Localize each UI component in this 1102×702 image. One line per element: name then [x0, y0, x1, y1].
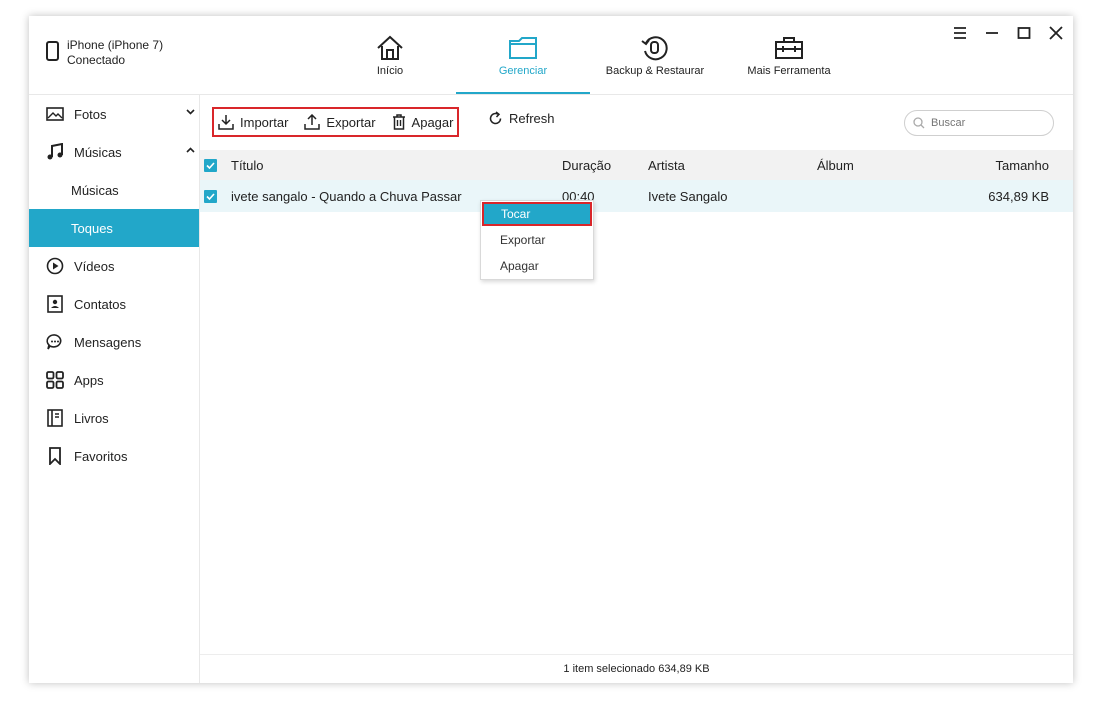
contact-card-icon — [45, 294, 65, 314]
import-icon — [218, 115, 234, 130]
header: iPhone (iPhone 7) Conectado Início Geren… — [29, 16, 1073, 95]
selection-status: 1 item selecionado 634,89 KB — [563, 663, 710, 675]
backup-restore-icon — [641, 36, 668, 61]
checkmark-icon — [206, 192, 215, 200]
search-input[interactable] — [929, 116, 1043, 130]
folder-icon — [509, 37, 537, 59]
photo-icon — [45, 104, 65, 124]
sidebar-subitem-toques[interactable]: Toques — [29, 209, 199, 247]
column-header-artist[interactable]: Artista — [648, 158, 685, 173]
column-header-duration[interactable]: Duração — [562, 158, 611, 173]
refresh-label: Refresh — [509, 111, 555, 126]
nav-tab-backup[interactable]: Backup & Restaurar — [602, 16, 708, 94]
device-name: iPhone (iPhone 7) — [67, 38, 164, 52]
sidebar-item-label: Músicas — [74, 144, 122, 160]
delete-label: Apagar — [411, 114, 454, 130]
search-box[interactable] — [904, 110, 1054, 136]
close-button[interactable] — [1047, 24, 1065, 42]
column-header-title[interactable]: Título — [231, 158, 264, 173]
export-label: Exportar — [326, 114, 376, 130]
sidebar-item-musicas[interactable]: Músicas — [29, 133, 199, 171]
apps-grid-icon — [45, 370, 65, 390]
sidebar-item-label: Favoritos — [74, 448, 128, 464]
context-menu-export[interactable]: Exportar — [481, 227, 593, 253]
delete-button[interactable]: Apagar — [392, 114, 454, 130]
sidebar-item-videos[interactable]: Vídeos — [29, 247, 199, 285]
refresh-icon — [489, 111, 502, 125]
sidebar-item-label: Mensagens — [74, 334, 142, 350]
sidebar-item-label: Apps — [74, 372, 104, 388]
import-label: Importar — [240, 114, 289, 130]
device-info: iPhone (iPhone 7) Conectado — [46, 38, 163, 68]
import-button[interactable]: Importar — [218, 114, 288, 130]
window-controls — [951, 24, 1065, 42]
trash-icon — [392, 114, 405, 130]
nav-label-manage: Gerenciar — [498, 65, 548, 77]
table-row[interactable]: ivete sangalo - Quando a Chuva Passar 00… — [200, 180, 1073, 212]
app-window: iPhone (iPhone 7) Conectado Início Geren… — [29, 16, 1073, 683]
bookmark-icon — [45, 446, 65, 466]
status-bar: 1 item selecionado 634,89 KB — [200, 654, 1073, 683]
menu-button[interactable] — [951, 24, 969, 42]
sidebar-item-livros[interactable]: Livros — [29, 399, 199, 437]
nav-tab-tools[interactable]: Mais Ferramenta — [741, 16, 837, 94]
sidebar-item-label: Livros — [74, 410, 109, 426]
ringtone-table: Título Duração Artista Álbum Tamanho ive… — [200, 150, 1073, 212]
nav-tab-manage[interactable]: Gerenciar — [456, 16, 590, 94]
toolbox-icon — [775, 37, 803, 59]
sidebar-item-contatos[interactable]: Contatos — [29, 285, 199, 323]
minimize-button[interactable] — [983, 24, 1001, 42]
play-circle-icon — [45, 256, 65, 276]
context-menu-play[interactable]: Tocar — [482, 202, 592, 226]
column-header-size[interactable]: Tamanho — [996, 158, 1049, 173]
context-menu-delete[interactable]: Apagar — [481, 253, 593, 279]
device-status: Conectado — [67, 53, 126, 67]
cell-artist: Ivete Sangalo — [648, 188, 728, 204]
select-all-checkbox[interactable] — [204, 158, 217, 172]
hamburger-icon — [954, 27, 966, 39]
checkmark-icon — [206, 161, 215, 169]
sidebar-item-mensagens[interactable]: Mensagens — [29, 323, 199, 361]
sidebar-subitem-musicas[interactable]: Músicas — [29, 171, 199, 209]
cell-title: ivete sangalo - Quando a Chuva Passar — [231, 188, 462, 204]
toolbar: Importar Exportar Apagar Refresh — [200, 95, 1073, 150]
chevron-up-icon[interactable] — [186, 145, 195, 156]
sidebar-item-fotos[interactable]: Fotos — [29, 95, 199, 133]
chat-bubble-icon — [45, 332, 65, 352]
sidebar-item-favoritos[interactable]: Favoritos — [29, 437, 199, 475]
column-header-album[interactable]: Álbum — [817, 158, 854, 173]
sidebar-item-apps[interactable]: Apps — [29, 361, 199, 399]
refresh-button[interactable]: Refresh — [488, 111, 555, 126]
chevron-down-icon[interactable] — [186, 107, 195, 118]
sidebar-item-label: Contatos — [74, 296, 127, 312]
nav-tab-home[interactable]: Início — [359, 16, 421, 94]
sidebar-item-label: Fotos — [74, 106, 107, 122]
home-icon — [377, 35, 403, 60]
nav-label-home: Início — [376, 65, 404, 77]
nav-label-backup: Backup & Restaurar — [605, 65, 705, 77]
maximize-icon — [1017, 27, 1031, 39]
export-button[interactable]: Exportar — [304, 114, 376, 130]
row-checkbox[interactable] — [204, 189, 217, 203]
book-icon — [45, 408, 65, 428]
nav-label-tools: Mais Ferramenta — [747, 65, 831, 77]
minimize-icon — [986, 32, 998, 34]
table-header: Título Duração Artista Álbum Tamanho — [200, 150, 1073, 180]
close-icon — [1049, 26, 1063, 40]
sidebar-item-label: Vídeos — [74, 258, 115, 274]
music-note-icon — [45, 142, 65, 162]
phone-icon — [46, 41, 59, 61]
sidebar: Fotos Músicas Músicas Toques Vídeos Cont… — [29, 95, 200, 683]
search-icon — [913, 117, 925, 129]
action-group: Importar Exportar Apagar — [212, 107, 460, 137]
export-icon — [304, 114, 321, 130]
cell-size: 634,89 KB — [988, 188, 1049, 204]
context-menu: Tocar Exportar Apagar — [480, 200, 594, 280]
maximize-button[interactable] — [1015, 24, 1033, 42]
